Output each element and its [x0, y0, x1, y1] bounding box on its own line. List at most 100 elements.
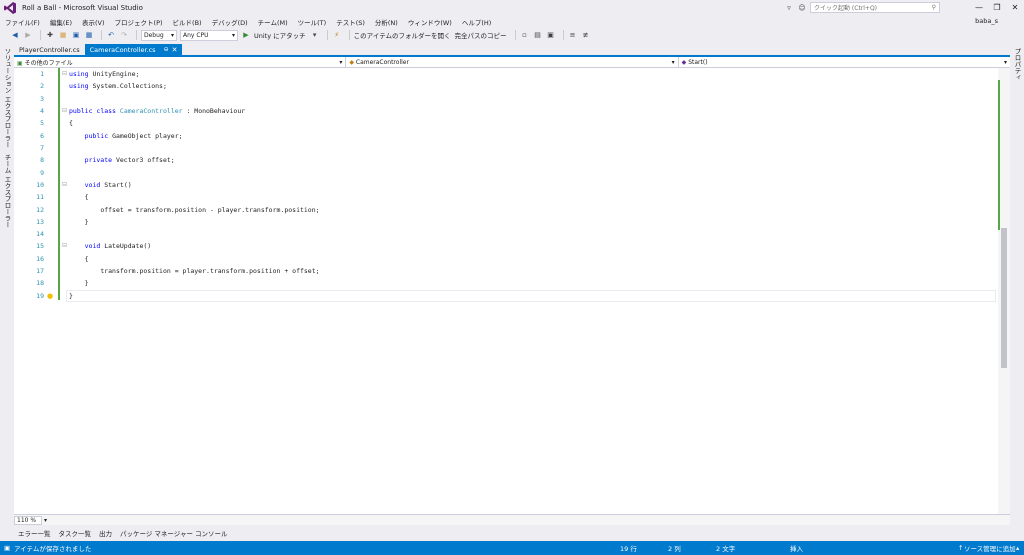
- line-number: 15: [36, 242, 44, 250]
- play-icon[interactable]: ▶: [241, 30, 251, 40]
- window-title: Roll a Ball - Microsoft Visual Studio: [22, 3, 143, 12]
- chevron-down-icon[interactable]: ▾: [44, 517, 47, 524]
- back-icon[interactable]: ◀: [10, 30, 20, 40]
- forward-icon[interactable]: ▶: [23, 30, 33, 40]
- line-number: 14: [36, 230, 44, 238]
- save-all-icon[interactable]: ▦: [84, 30, 94, 40]
- close-icon[interactable]: ✕: [172, 46, 178, 54]
- attach-unity-button[interactable]: Unity にアタッチ: [254, 30, 306, 40]
- code-line: offset = transform.position - player.tra…: [100, 206, 320, 214]
- class-select[interactable]: ◆ CameraController ▾: [346, 57, 679, 68]
- saved-change-bar: [58, 68, 60, 300]
- new-project-icon[interactable]: ✚: [45, 30, 55, 40]
- document-tabs: PlayerController.cs CameraController.cs …: [14, 44, 1010, 57]
- pin-icon[interactable]: ⊖: [164, 46, 169, 53]
- standard-toolbar: ◀ ▶ ✚ ■ ▣ ▦ ↶ ↷ Debug ▾ Any CPU ▾ ▶ Unit…: [0, 28, 1024, 42]
- class-label: CameraController: [355, 59, 409, 66]
- toolbar-separator: [348, 30, 350, 40]
- solution-platform-select[interactable]: Any CPU ▾: [180, 29, 238, 41]
- menu-file[interactable]: ファイル(F): [0, 17, 45, 27]
- chevron-down-icon: ▾: [671, 59, 675, 66]
- line-number: 10: [36, 181, 44, 189]
- undo-icon[interactable]: ↶: [106, 30, 116, 40]
- project-label: その他のファイル: [24, 60, 73, 67]
- line-number: 8: [40, 156, 44, 164]
- code-editor[interactable]: 1 2 3 4 5 6 7 8 9 10 11 12 13 14 15 16 1…: [14, 68, 1010, 514]
- solution-explorer-tab[interactable]: ソリューション エクスプローラー: [2, 46, 12, 150]
- tab-output[interactable]: 出力: [95, 528, 116, 538]
- menu-test[interactable]: テスト(S): [331, 17, 370, 27]
- vertical-scrollbar[interactable]: [998, 68, 1010, 514]
- menu-build[interactable]: ビルド(B): [168, 17, 207, 27]
- close-window-button[interactable]: ✕: [1006, 3, 1024, 12]
- redo-icon[interactable]: ↷: [119, 30, 129, 40]
- status-insert-mode: 挿入: [790, 545, 803, 553]
- chevron-down-icon[interactable]: ▾: [310, 30, 320, 40]
- properties-tab[interactable]: プロパティ: [1012, 46, 1022, 83]
- line-number: 3: [40, 95, 44, 103]
- collapse-icon[interactable]: ⊟: [62, 70, 67, 77]
- line-number: 9: [40, 169, 44, 177]
- hot-reload-icon[interactable]: ⚡: [332, 30, 342, 40]
- tab-camera-controller[interactable]: CameraController.cs ⊖ ✕: [84, 44, 183, 55]
- format-icon[interactable]: ▤: [533, 30, 543, 40]
- chevron-down-icon: ▾: [1003, 59, 1007, 66]
- project-select[interactable]: ▣ その他のファイル ▾: [14, 57, 347, 68]
- code-line: }: [69, 292, 73, 300]
- tab-error-list[interactable]: エラー一覧: [14, 528, 55, 538]
- open-folder-icon[interactable]: ■: [58, 30, 68, 40]
- collapse-icon[interactable]: ⊟: [62, 107, 67, 114]
- bookmark-icon[interactable]: ▫: [520, 30, 530, 40]
- search-icon: ⚲: [931, 4, 936, 11]
- menu-analyze[interactable]: 分析(N): [370, 17, 403, 27]
- quick-launch-input[interactable]: クイック起動 (Ctrl+Q) ⚲: [810, 2, 940, 13]
- lightbulb-icon[interactable]: ●: [47, 292, 53, 300]
- user-account[interactable]: baba_s: [975, 17, 998, 25]
- team-explorer-tab[interactable]: チーム エクスプローラー: [2, 152, 12, 230]
- zoom-level-select[interactable]: 110 %: [14, 515, 42, 525]
- menu-view[interactable]: 表示(V): [77, 17, 110, 27]
- arrow-up-icon: ↑: [958, 544, 964, 552]
- chevron-up-icon[interactable]: ▴: [1016, 544, 1019, 552]
- menu-edit[interactable]: 編集(E): [45, 17, 77, 27]
- menu-project[interactable]: プロジェクト(P): [110, 17, 168, 27]
- status-message: アイテムが保存されました: [14, 545, 92, 553]
- restore-button[interactable]: ❐: [988, 3, 1006, 12]
- tab-task-list[interactable]: タスク一覧: [55, 528, 96, 538]
- collapse-icon[interactable]: ⊟: [62, 242, 67, 249]
- comment-icon[interactable]: ≡: [568, 30, 578, 40]
- menu-tools[interactable]: ツール(T): [293, 17, 332, 27]
- menu-team[interactable]: チーム(M): [253, 17, 293, 27]
- quick-launch-placeholder: クイック起動 (Ctrl+Q): [814, 5, 878, 12]
- member-select[interactable]: ◆ Start() ▾: [679, 57, 1010, 68]
- line-number-gutter: 1 2 3 4 5 6 7 8 9 10 11 12 13 14 15 16 1…: [14, 68, 48, 514]
- line-number: 5: [40, 119, 44, 127]
- collapse-icon[interactable]: ⊟: [62, 181, 67, 188]
- saved-icon: ▣: [4, 544, 11, 552]
- solution-configuration-select[interactable]: Debug ▾: [141, 29, 177, 41]
- line-number: 2: [40, 82, 44, 90]
- toolbar-separator: [326, 30, 328, 40]
- tab-player-controller[interactable]: PlayerController.cs: [14, 44, 85, 55]
- uncomment-icon[interactable]: ≢: [581, 30, 591, 40]
- menu-debug[interactable]: デバッグ(D): [207, 17, 253, 27]
- line-number: 19: [36, 292, 44, 300]
- scrollbar-thumb[interactable]: [1001, 228, 1007, 368]
- open-containing-folder-button[interactable]: このアイテムのフォルダーを開く: [354, 30, 451, 40]
- line-number: 1: [40, 70, 44, 78]
- copy-full-path-button[interactable]: 完全パスのコピー: [455, 30, 507, 40]
- menu-help[interactable]: ヘルプ(H): [457, 17, 496, 27]
- visual-studio-logo-icon: [4, 1, 16, 14]
- window-icon[interactable]: ▣: [546, 30, 556, 40]
- tab-package-manager-console[interactable]: パッケージ マネージャー コンソール: [116, 528, 232, 538]
- add-to-source-control-button[interactable]: ソース管理に追加: [964, 543, 1016, 553]
- feedback-icon[interactable]: ☺: [797, 3, 807, 13]
- minimize-button[interactable]: —: [970, 3, 988, 12]
- line-number: 6: [40, 132, 44, 140]
- chevron-down-icon: ▾: [339, 59, 343, 66]
- filter-icon[interactable]: ▿: [784, 3, 794, 13]
- tab-label: PlayerController.cs: [19, 45, 80, 54]
- menu-window[interactable]: ウィンドウ(W): [403, 17, 457, 27]
- save-icon[interactable]: ▣: [71, 30, 81, 40]
- code-line: using UnityEngine;: [69, 70, 140, 78]
